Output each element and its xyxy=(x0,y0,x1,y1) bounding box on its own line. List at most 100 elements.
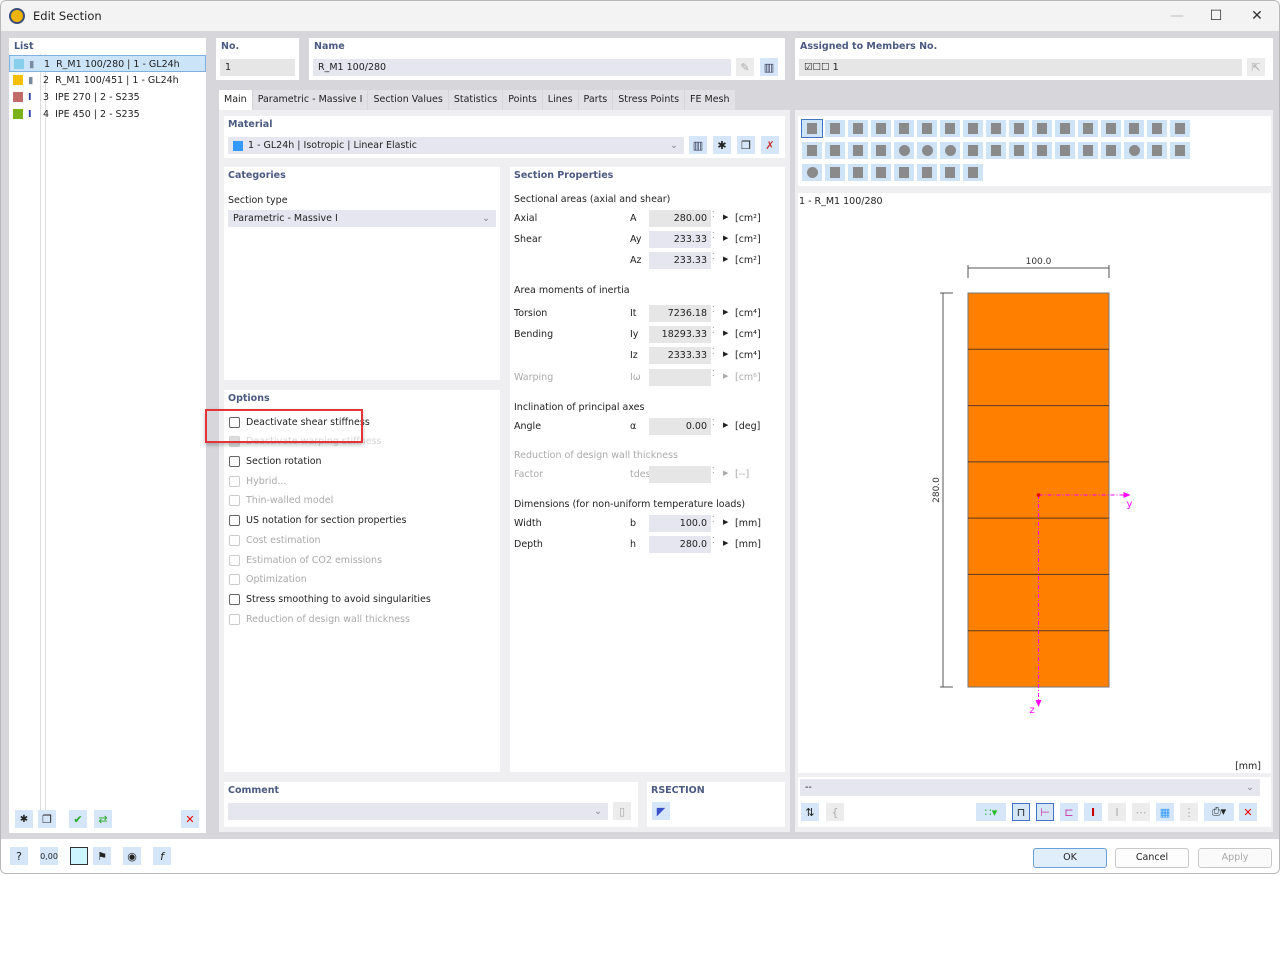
option-checkbox[interactable]: Stress smoothing to avoid singularities xyxy=(229,594,431,605)
view-button[interactable]: ◉ xyxy=(123,847,141,865)
expand-arrow-icon[interactable]: ▶ xyxy=(723,539,728,547)
name-field[interactable]: R_M1 100/280 xyxy=(313,59,731,76)
option-checkbox[interactable]: Section rotation xyxy=(229,456,322,467)
section-outline-grey-button[interactable]: I xyxy=(1108,803,1126,821)
spinner-icon[interactable]: ⁚ xyxy=(712,326,715,335)
hourglass-shape-icon[interactable] xyxy=(802,142,822,159)
list-item[interactable]: ▮ 1 R_M1 100/280 | 1 - GL24h xyxy=(9,55,206,72)
half-circle-shape-icon[interactable] xyxy=(1124,142,1144,159)
edit-name-button[interactable]: ✎ xyxy=(736,58,754,76)
expand-arrow-icon[interactable]: ▶ xyxy=(723,255,728,263)
l-top-shape-icon[interactable] xyxy=(1032,120,1052,137)
rsection-button[interactable]: ◤ xyxy=(652,802,670,820)
cancel-button[interactable]: Cancel xyxy=(1115,848,1189,868)
ruler-button[interactable]: ⋮ xyxy=(1180,803,1198,821)
section-outline-button[interactable]: I xyxy=(1084,803,1102,821)
spinner-icon[interactable]: ⁚ xyxy=(712,252,715,261)
close-button[interactable]: ✕ xyxy=(1237,1,1277,31)
i-narrow-shape-icon[interactable] xyxy=(825,142,845,159)
copy-section-button[interactable]: ❐ xyxy=(38,810,56,828)
tab-statistics[interactable]: Statistics xyxy=(448,90,503,110)
pi-tapered-shape-icon[interactable] xyxy=(1101,120,1121,137)
bottle-2-shape-icon[interactable] xyxy=(940,164,960,181)
t-inverted-tapered-shape-icon[interactable] xyxy=(1009,120,1029,137)
expand-arrow-icon[interactable]: ▶ xyxy=(723,329,728,337)
dimensions-button[interactable]: ⊓ xyxy=(1012,803,1030,821)
bending_z-value[interactable]: 2333.33 xyxy=(649,347,711,364)
tab-lines[interactable]: Lines xyxy=(542,90,578,110)
t-inverted-shape-icon[interactable] xyxy=(986,120,1006,137)
edit-material-button[interactable]: ❒ xyxy=(737,136,755,154)
maximize-button[interactable]: ☐ xyxy=(1196,1,1236,31)
grid-button[interactable]: ▦ xyxy=(1156,803,1174,821)
factor-value[interactable] xyxy=(649,466,711,483)
spinner-icon[interactable]: ⁚ xyxy=(712,515,715,524)
notched-shape-icon[interactable] xyxy=(848,164,868,181)
assigned-field[interactable]: ☑☐☐ 1 xyxy=(799,59,1242,76)
bottle-shape-icon[interactable] xyxy=(917,164,937,181)
arch-pointed-shape-icon[interactable] xyxy=(894,164,914,181)
hexagon-shape-icon[interactable] xyxy=(1170,142,1190,159)
u-wide-shape-icon[interactable] xyxy=(1032,142,1052,159)
t-section-shape-icon[interactable] xyxy=(917,120,937,137)
tab-parts[interactable]: Parts xyxy=(578,90,613,110)
expand-arrow-icon[interactable]: ▶ xyxy=(723,469,728,477)
z-section-shape-icon[interactable] xyxy=(986,142,1006,159)
square-shape-icon[interactable] xyxy=(848,120,868,137)
display-properties-button[interactable]: ⚑ xyxy=(93,847,111,865)
reset-view-button[interactable]: ✕ xyxy=(1239,803,1257,821)
trapezoid-shape-icon[interactable] xyxy=(894,120,914,137)
tab-main[interactable]: Main xyxy=(219,90,252,110)
units-button[interactable]: 0,00 xyxy=(40,847,58,865)
list-item[interactable]: I 4 IPE 450 | 2 - S235 xyxy=(9,106,206,123)
formula-button[interactable]: f xyxy=(153,847,171,865)
list-item[interactable]: ▮ 2 R_M1 100/451 | 1 - GL24h xyxy=(9,72,206,89)
library-button[interactable]: ▥ xyxy=(760,58,778,76)
pi-shape-icon[interactable] xyxy=(1078,120,1098,137)
expand-arrow-icon[interactable]: ▶ xyxy=(723,213,728,221)
parallelogram-shape-icon[interactable] xyxy=(963,164,983,181)
comment-input[interactable]: ⌄ xyxy=(228,803,608,820)
ring-shape-icon[interactable] xyxy=(917,142,937,159)
box-shape-icon[interactable] xyxy=(1078,142,1098,159)
tab-parametric-massive-i[interactable]: Parametric - Massive I xyxy=(252,90,368,110)
rounded-rect-shape-icon[interactable] xyxy=(825,120,845,137)
expand-arrow-icon[interactable]: ▶ xyxy=(723,372,728,380)
segment-shape-icon[interactable] xyxy=(1147,142,1167,159)
bending_y-value[interactable]: 18293.33 xyxy=(649,326,711,343)
expand-arrow-icon[interactable]: ▶ xyxy=(723,421,728,429)
spinner-icon[interactable]: ⁚ xyxy=(712,369,715,378)
spinner-icon[interactable]: ⁚ xyxy=(712,347,715,356)
u-section-shape-icon[interactable] xyxy=(1009,142,1029,159)
list-item[interactable]: I 3 IPE 270 | 2 - S235 xyxy=(9,89,206,106)
checkbox-box[interactable] xyxy=(229,515,240,526)
circle-solid-shape-icon[interactable] xyxy=(802,164,822,181)
ok-button[interactable]: OK xyxy=(1033,848,1107,868)
l-section-shape-icon[interactable] xyxy=(963,142,983,159)
depth-value[interactable]: 280.0 xyxy=(649,536,711,553)
u-tapered-shape-icon[interactable] xyxy=(1055,142,1075,159)
print-button[interactable]: ⎙▾ xyxy=(1204,803,1234,821)
expand-arrow-icon[interactable]: ▶ xyxy=(723,234,728,242)
l-top-rounded-shape-icon[interactable] xyxy=(1055,120,1075,137)
stress-points-button[interactable]: ⊏ xyxy=(1060,803,1078,821)
shear_z-value[interactable]: 233.33 xyxy=(649,252,711,269)
spinner-icon[interactable]: ⁚ xyxy=(712,305,715,314)
spinner-icon[interactable]: ⁚ xyxy=(712,231,715,240)
color-button[interactable] xyxy=(70,847,88,865)
expand-arrow-icon[interactable]: ▶ xyxy=(723,518,728,526)
axes-button[interactable]: ⊢ xyxy=(1036,803,1054,821)
tab-section-values[interactable]: Section Values xyxy=(368,90,448,110)
minimize-button[interactable]: — xyxy=(1157,1,1197,31)
new-material-button[interactable]: ✱ xyxy=(713,136,731,154)
box-tall-shape-icon[interactable] xyxy=(1101,142,1121,159)
comment-library-button[interactable]: ▯ xyxy=(613,802,631,820)
shear_y-value[interactable]: 233.33 xyxy=(649,231,711,248)
warping-value[interactable] xyxy=(649,369,711,386)
help-button[interactable]: ? xyxy=(10,847,28,865)
i-tapered-shape-icon[interactable] xyxy=(1170,120,1190,137)
angle-value[interactable]: 0.00 xyxy=(649,418,711,435)
delete-button[interactable]: ✕ xyxy=(181,810,199,828)
circle-shape-icon[interactable] xyxy=(894,142,914,159)
tab-stress-points[interactable]: Stress Points xyxy=(613,90,685,110)
